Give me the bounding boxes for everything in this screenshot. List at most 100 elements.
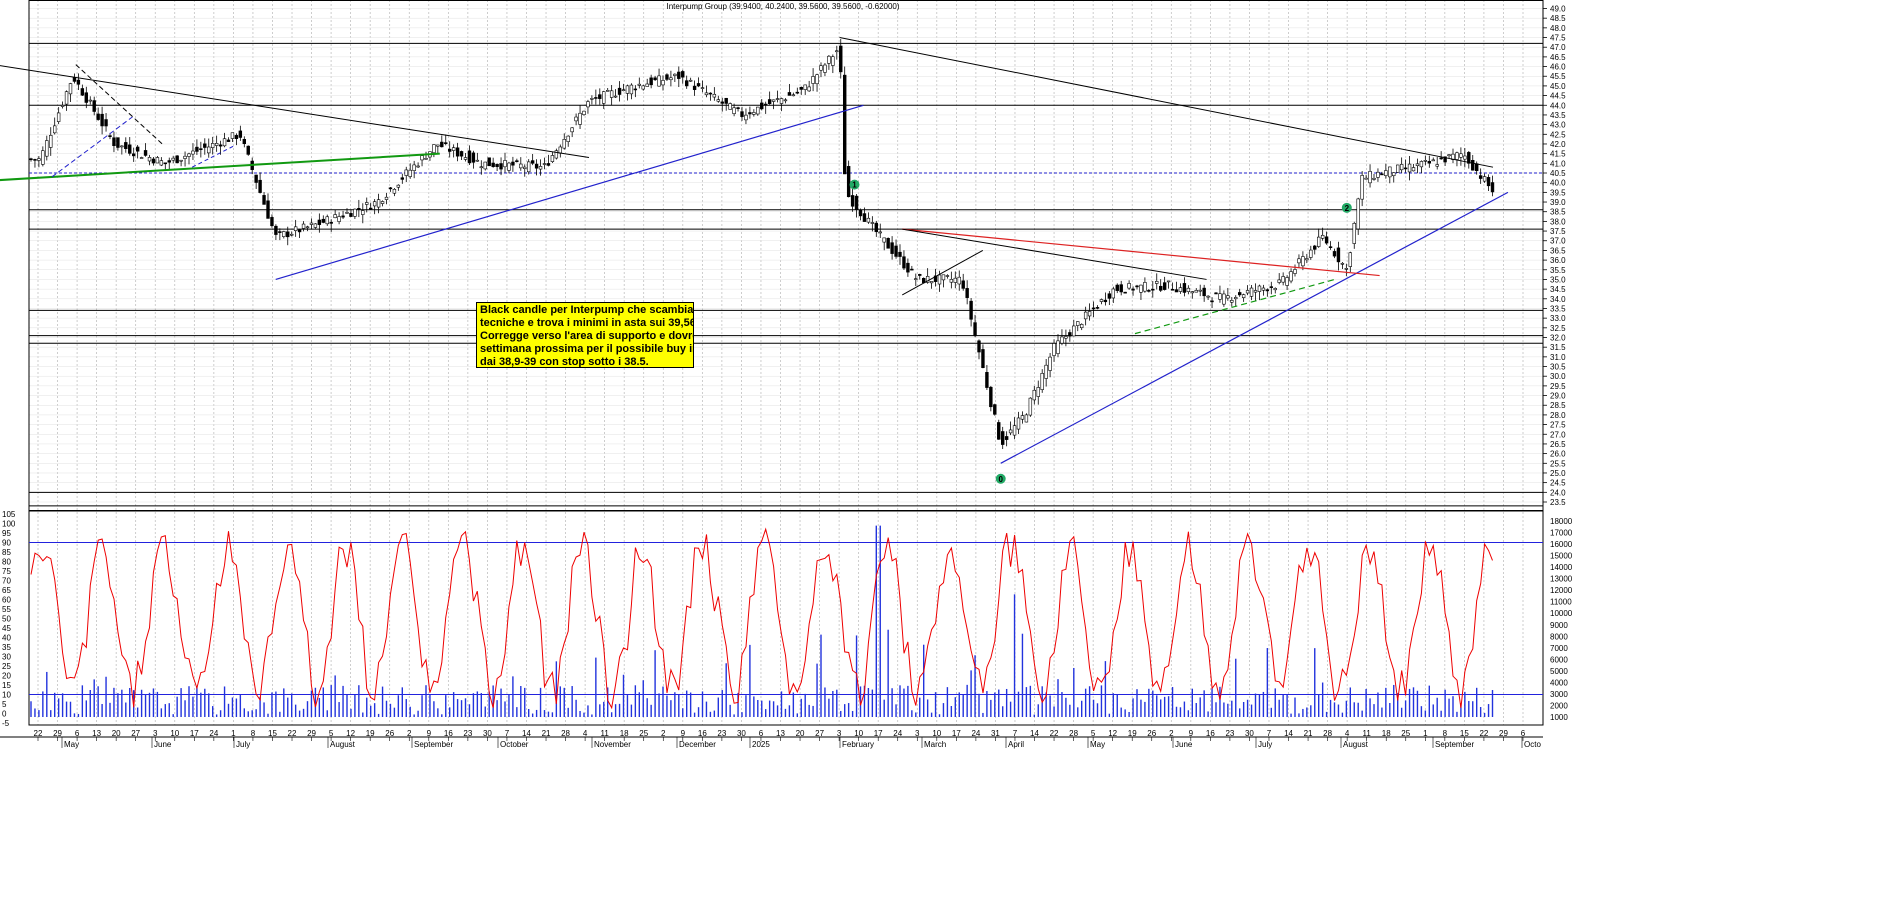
candle-up — [1447, 154, 1451, 157]
candle-up — [293, 226, 298, 231]
candle-up — [1435, 164, 1439, 167]
price-tick-label: 43.0 — [1550, 121, 1566, 130]
day-tick-label: 1 — [231, 729, 236, 738]
price-tick-label: 36.5 — [1550, 246, 1566, 255]
wave-label: 0 — [998, 475, 1003, 484]
price-tick-label: 35.5 — [1550, 266, 1566, 275]
candle-down — [491, 162, 495, 167]
day-tick-label: 9 — [427, 729, 432, 738]
candle-up — [171, 157, 175, 161]
price-tick-label: 23.5 — [1550, 498, 1566, 507]
day-tick-label: 14 — [1030, 729, 1039, 738]
candle-up — [159, 160, 164, 166]
candle-up — [1036, 387, 1040, 397]
candle-down — [1182, 283, 1187, 293]
candle-up — [791, 94, 796, 97]
day-tick-label: 22 — [34, 729, 43, 738]
candle-up — [815, 74, 819, 85]
candle-up — [333, 214, 337, 219]
candle-down — [894, 245, 898, 257]
candle-up — [523, 166, 527, 169]
month-tick-label: April — [1008, 740, 1024, 749]
day-tick-label: 17 — [874, 729, 883, 738]
candle-down — [270, 217, 274, 227]
candle-down — [286, 231, 290, 238]
candle-up — [1198, 289, 1202, 292]
candle-up — [376, 199, 381, 208]
candle-up — [1087, 311, 1092, 317]
candle-down — [842, 74, 847, 175]
candle-down — [112, 137, 116, 146]
oscillator-tick-label: 25 — [2, 662, 11, 671]
candle-up — [1281, 276, 1285, 283]
candle-up — [1230, 300, 1234, 303]
day-tick-label: 6 — [1521, 729, 1526, 738]
price-tick-label: 47.0 — [1550, 43, 1566, 52]
candle-up — [432, 144, 436, 154]
oscillator-tick-label: 75 — [2, 567, 11, 576]
price-tick-label: 39.0 — [1550, 198, 1566, 207]
candle-down — [665, 74, 669, 80]
candle-down — [890, 242, 894, 254]
candle-up — [183, 155, 187, 159]
candle-up — [1127, 283, 1131, 289]
candle-up — [1139, 284, 1143, 293]
volume-tick-label: 11000 — [1550, 598, 1572, 607]
day-tick-label: 20 — [796, 729, 805, 738]
candle-up — [1008, 429, 1013, 434]
candle-down — [763, 103, 768, 106]
candle-up — [823, 64, 827, 73]
candle-up — [1419, 161, 1424, 168]
day-tick-label: 27 — [815, 729, 824, 738]
candle-down — [902, 256, 906, 269]
candle-up — [424, 158, 428, 160]
candle-down — [598, 94, 602, 99]
candle-up — [1459, 153, 1463, 158]
candle-up — [1309, 249, 1313, 258]
candle-up — [1317, 236, 1321, 247]
candle-down — [238, 130, 243, 138]
candle-down — [1159, 285, 1163, 291]
candle-up — [139, 157, 144, 159]
day-tick-label: 21 — [1304, 729, 1313, 738]
price-tick-label: 49.0 — [1550, 5, 1566, 14]
candle-down — [84, 92, 89, 103]
candle-down — [854, 195, 859, 210]
price-tick-label: 44.5 — [1550, 92, 1566, 101]
oscillator-tick-label: 30 — [2, 653, 11, 662]
candle-down — [96, 113, 100, 120]
candle-up — [941, 274, 946, 281]
candle-up — [1111, 288, 1116, 299]
candle-up — [1261, 287, 1266, 291]
day-tick-label: 24 — [971, 729, 980, 738]
oscillator-tick-label: 20 — [2, 672, 11, 681]
candle-down — [787, 92, 792, 96]
candle-up — [700, 87, 705, 89]
oscillator-tick-label: 40 — [2, 634, 11, 643]
candle-down — [471, 152, 476, 163]
candle-down — [530, 160, 535, 164]
candle-up — [1206, 295, 1210, 298]
volume-tick-label: 14000 — [1550, 563, 1573, 572]
price-tick-label: 30.0 — [1550, 372, 1566, 381]
candle-up — [669, 77, 673, 81]
price-tick-label: 38.0 — [1550, 217, 1566, 226]
candle-up — [222, 138, 227, 147]
candle-up — [586, 101, 590, 108]
day-tick-label: 14 — [522, 729, 531, 738]
candle-up — [211, 143, 215, 148]
day-tick-label: 8 — [251, 729, 256, 738]
day-tick-label: 10 — [170, 729, 179, 738]
candle-up — [1463, 155, 1467, 160]
candle-up — [716, 99, 721, 102]
candle-up — [1301, 256, 1305, 267]
volume-tick-label: 10000 — [1550, 609, 1573, 618]
candle-down — [135, 146, 140, 152]
candle-down — [163, 162, 167, 165]
day-tick-label: 16 — [444, 729, 453, 738]
price-tick-label: 37.0 — [1550, 237, 1566, 246]
candle-up — [1356, 198, 1360, 230]
day-tick-label: 29 — [1499, 729, 1508, 738]
day-tick-label: 24 — [893, 729, 902, 738]
candle-down — [850, 195, 855, 207]
